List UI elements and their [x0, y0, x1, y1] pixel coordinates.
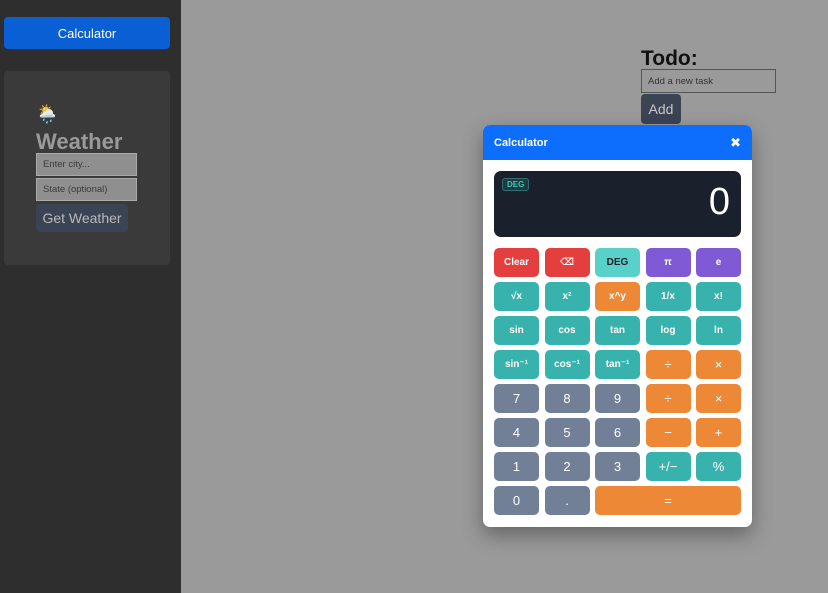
multiply-button-2[interactable]: × [696, 384, 741, 413]
keypad: Clear ⌫ DEG π e √x x² x^y 1/x x! sin cos… [494, 248, 741, 515]
close-icon[interactable]: ✖ [730, 135, 741, 151]
factorial-button[interactable]: x! [696, 282, 741, 311]
calculator-modal: Calculator ✖ DEG 0 Clear ⌫ DEG π e √x x²… [483, 125, 752, 527]
log-button[interactable]: log [645, 316, 691, 345]
minus-button[interactable]: − [645, 418, 691, 447]
e-button[interactable]: e [696, 248, 741, 277]
digit-1-button[interactable]: 1 [494, 452, 539, 481]
reciprocal-button[interactable]: 1/x [645, 282, 691, 311]
digit-3-button[interactable]: 3 [595, 452, 640, 481]
digit-4-button[interactable]: 4 [494, 418, 539, 447]
digit-6-button[interactable]: 6 [595, 418, 640, 447]
sidebar: Calculator 🌦️ Weather Enter city... Stat… [0, 0, 181, 593]
todo-add-button[interactable]: Add [641, 94, 681, 124]
sign-toggle-button[interactable]: +/− [645, 452, 691, 481]
divide-button-2[interactable]: ÷ [645, 384, 691, 413]
power-button[interactable]: x^y [595, 282, 640, 311]
digit-2-button[interactable]: 2 [544, 452, 590, 481]
deg-toggle-button[interactable]: DEG [595, 248, 640, 277]
todo-title: Todo: [641, 47, 698, 70]
get-weather-button[interactable]: Get Weather [36, 204, 128, 232]
calculator-nav-button[interactable]: Calculator [4, 17, 170, 49]
weather-title: Weather [36, 129, 123, 154]
weather-widget: 🌦️ Weather Enter city... State (optional… [4, 71, 170, 265]
percent-button[interactable]: % [696, 452, 741, 481]
calculator-display: DEG 0 [494, 171, 741, 237]
plus-button[interactable]: + [696, 418, 741, 447]
digit-7-button[interactable]: 7 [494, 384, 539, 413]
clear-button[interactable]: Clear [494, 248, 539, 277]
ln-button[interactable]: ln [696, 316, 741, 345]
square-button[interactable]: x² [544, 282, 590, 311]
asin-button[interactable]: sin⁻¹ [494, 350, 539, 379]
atan-button[interactable]: tan⁻¹ [595, 350, 640, 379]
modal-title: Calculator [494, 136, 548, 149]
cloud-rain-sun-icon: 🌦️ [36, 104, 59, 124]
multiply-button-1[interactable]: × [696, 350, 741, 379]
acos-button[interactable]: cos⁻¹ [544, 350, 590, 379]
divide-button-1[interactable]: ÷ [645, 350, 691, 379]
digit-8-button[interactable]: 8 [544, 384, 590, 413]
digit-0-button[interactable]: 0 [494, 486, 539, 515]
digit-9-button[interactable]: 9 [595, 384, 640, 413]
sqrt-button[interactable]: √x [494, 282, 539, 311]
decimal-button[interactable]: . [544, 486, 590, 515]
equals-button[interactable]: = [595, 486, 741, 515]
tan-button[interactable]: tan [595, 316, 640, 345]
cos-button[interactable]: cos [544, 316, 590, 345]
pi-button[interactable]: π [645, 248, 691, 277]
sin-button[interactable]: sin [494, 316, 539, 345]
digit-5-button[interactable]: 5 [544, 418, 590, 447]
display-value: 0 [708, 181, 730, 223]
city-input[interactable]: Enter city... [36, 153, 137, 176]
state-input[interactable]: State (optional) [36, 178, 137, 201]
backspace-button[interactable]: ⌫ [544, 248, 590, 277]
todo-input[interactable]: Add a new task [641, 69, 776, 93]
mode-badge: DEG [502, 178, 530, 191]
modal-header: Calculator ✖ [483, 125, 752, 160]
